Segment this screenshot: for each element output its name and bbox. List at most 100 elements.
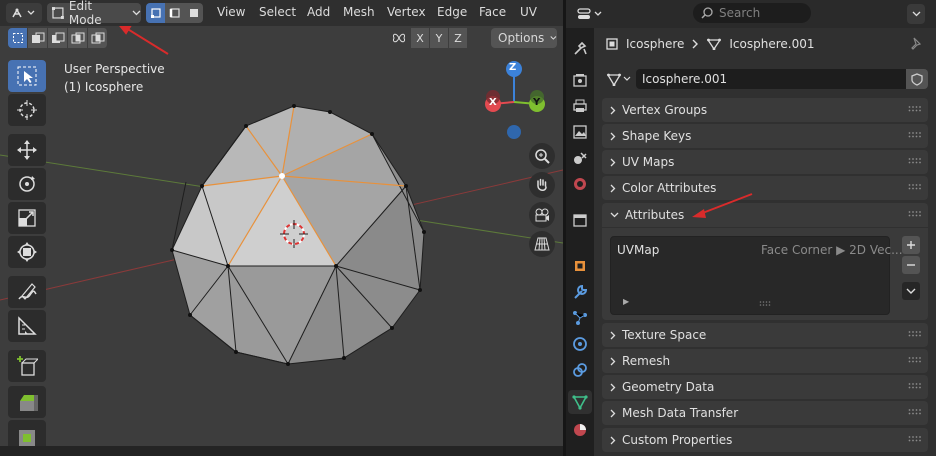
mirror-x-button[interactable]: X [411,28,429,48]
vertex-select-button[interactable] [146,3,165,23]
tab-world[interactable] [568,172,592,196]
mirror-z-button[interactable]: Z [449,28,467,48]
cursor-icon [17,100,37,120]
drag-grip-icon[interactable] [908,409,922,415]
menu-vertex[interactable]: Vertex [387,5,426,19]
select-set-icon [12,33,23,43]
tab-tool[interactable] [568,36,592,60]
mirror-y-button[interactable]: Y [430,28,448,48]
tab-render[interactable] [568,68,592,92]
tab-scene[interactable] [568,146,592,170]
selection-mode-group [8,28,108,48]
active-object-label: (1) Icosphere [64,80,144,94]
panel-attributes[interactable]: Attributes [602,203,928,227]
add-attribute-button[interactable] [902,236,920,254]
drag-grip-icon[interactable] [908,184,922,190]
remove-attribute-button[interactable] [902,256,920,274]
tool-select-box[interactable] [8,60,46,92]
options-dropdown[interactable]: Options [491,28,557,48]
list-resize-grip-icon[interactable] [759,301,771,306]
tool-annotate[interactable] [8,276,46,308]
tool-extrude[interactable] [8,386,46,418]
panel-custom-properties[interactable]: Custom Properties [602,428,928,452]
extend-selection-button[interactable] [28,28,48,48]
pan-button[interactable] [529,172,555,198]
tab-physics[interactable] [568,332,592,356]
intersect-selection-button[interactable] [88,28,108,48]
mesh-name-field[interactable]: Icosphere.001 [636,69,906,89]
inset-icon [19,430,35,446]
mode-dropdown[interactable]: Edit Mode [47,0,141,27]
3d-viewport[interactable]: Z X Y Edit Mode View Select Add Mesh Ver… [0,0,563,456]
tab-output[interactable] [568,94,592,118]
browse-mesh-button[interactable] [606,69,634,89]
tab-particles[interactable] [568,306,592,330]
panel-vertex-groups[interactable]: Vertex Groups [602,98,928,122]
menu-mesh[interactable]: Mesh [343,5,375,19]
tab-object[interactable] [568,254,592,278]
panel-geometry-data[interactable]: Geometry Data [602,375,928,399]
panel-remesh[interactable]: Remesh [602,349,928,373]
camera-view-button[interactable] [529,202,555,228]
mirror-toggle-button[interactable] [388,28,410,48]
properties-options-button[interactable] [907,4,925,24]
menu-edge[interactable]: Edge [437,5,467,19]
tool-scale[interactable] [8,202,46,234]
menu-view[interactable]: View [217,5,245,19]
properties-search[interactable]: Search [693,3,811,23]
tab-mesh-data[interactable] [568,390,592,414]
panel-texture-space[interactable]: Texture Space [602,323,928,347]
breadcrumb-mesh[interactable]: Icosphere.001 [729,37,814,51]
drag-grip-icon[interactable] [908,357,922,363]
panel-color-attributes[interactable]: Color Attributes [602,176,928,200]
tool-cursor[interactable] [8,94,46,126]
tab-collection[interactable] [568,208,592,232]
tool-transform[interactable] [8,236,46,268]
face-select-icon [189,9,198,17]
tab-view-layer[interactable] [568,120,592,144]
fake-user-button[interactable] [906,69,928,89]
drag-grip-icon[interactable] [908,436,922,442]
perspective-toggle-button[interactable] [529,231,555,257]
gizmo-y-label: Y [533,97,541,108]
menu-face[interactable]: Face [479,5,506,19]
world-icon [574,178,586,190]
invert-selection-button[interactable] [68,28,88,48]
attribute-list[interactable]: UVMap Face Corner ▶ 2D Vec... ▶ [610,236,903,315]
properties-editor-type-button[interactable] [576,4,606,24]
zoom-button[interactable] [529,143,555,169]
panel-uv-maps[interactable]: UV Maps [602,150,928,174]
mesh-data-icon [707,38,722,50]
drag-grip-icon[interactable] [908,211,922,217]
pin-icon[interactable] [909,36,923,52]
editor-type-button[interactable] [6,3,42,23]
drag-grip-icon[interactable] [908,132,922,138]
tab-material[interactable] [568,418,592,442]
tool-icon [574,41,587,55]
panel-mesh-data-transfer[interactable]: Mesh Data Transfer [602,401,928,425]
attribute-name[interactable]: UVMap [617,243,659,257]
edge-select-button[interactable] [165,3,184,23]
tool-move[interactable] [8,134,46,166]
menu-select[interactable]: Select [259,5,296,19]
set-new-selection-button[interactable] [8,28,28,48]
subtract-selection-button[interactable] [48,28,68,48]
tool-add-cube[interactable] [8,350,46,382]
tab-constraints[interactable] [568,358,592,382]
face-select-button[interactable] [184,3,203,23]
render-icon [573,74,587,87]
properties-icon [577,8,602,19]
tool-measure[interactable] [8,310,46,342]
menu-add[interactable]: Add [307,5,330,19]
attribute-specials-button[interactable] [902,282,920,300]
tool-rotate[interactable] [8,168,46,200]
list-expand-icon[interactable]: ▶ [623,297,629,306]
drag-grip-icon[interactable] [908,383,922,389]
tab-modifiers[interactable] [568,280,592,304]
drag-grip-icon[interactable] [908,331,922,337]
drag-grip-icon[interactable] [908,158,922,164]
drag-grip-icon[interactable] [908,106,922,112]
panel-shape-keys[interactable]: Shape Keys [602,124,928,148]
breadcrumb-object[interactable]: Icosphere [626,37,684,51]
menu-uv[interactable]: UV [520,5,537,19]
